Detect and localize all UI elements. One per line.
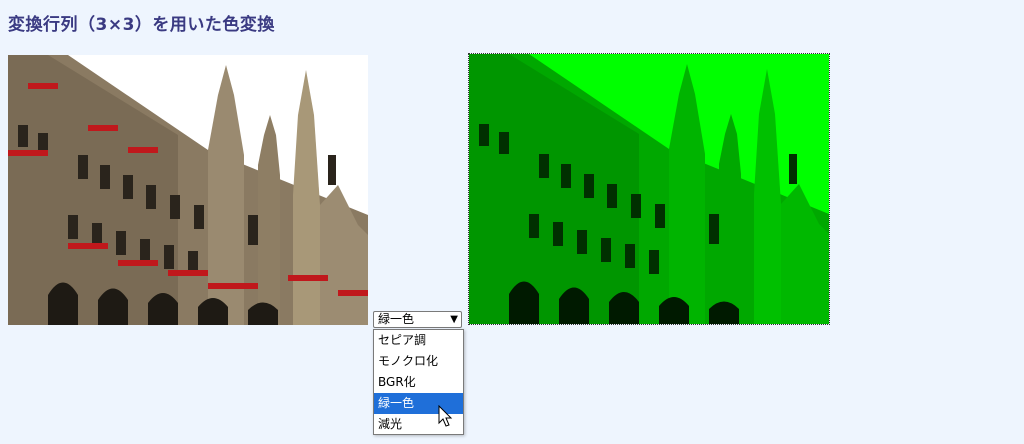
select-value: 緑一色 [378,312,415,326]
mouse-cursor-icon [438,405,453,427]
converted-image [468,53,830,325]
original-image [8,55,368,325]
option-bgr[interactable]: BGR化 [374,372,463,393]
option-sepia[interactable]: セピア調 [374,330,463,351]
green-filtered-photo [469,54,829,324]
option-monochrome[interactable]: モノクロ化 [374,351,463,372]
chevron-down-icon: ▼ [450,314,458,325]
city-hall-photo [8,55,368,325]
color-transform-select[interactable]: 緑一色 ▼ [373,311,462,328]
page-title: 変換行列（3×3）を用いた色変換 [8,15,275,35]
